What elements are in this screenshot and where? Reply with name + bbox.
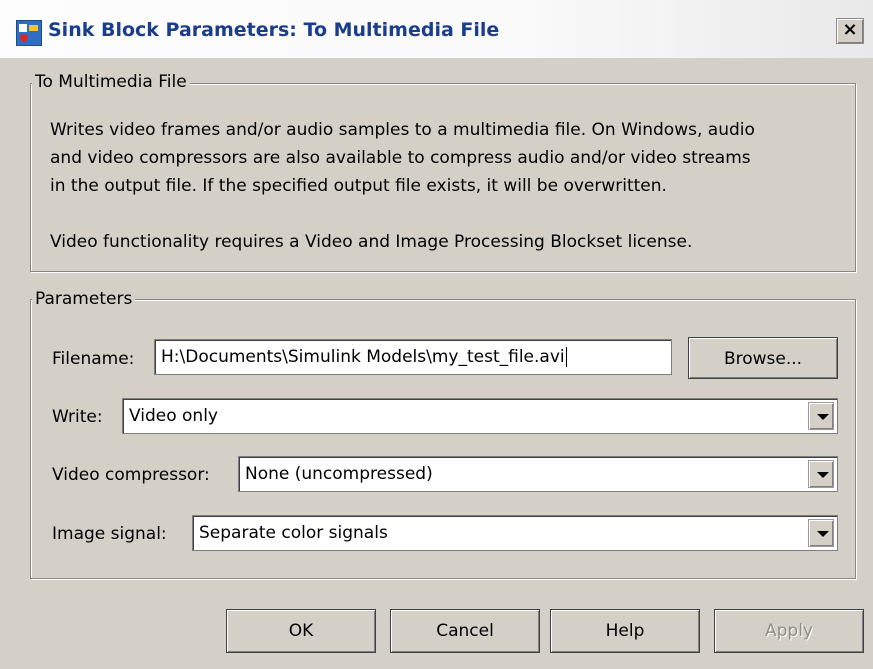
- video-compressor-value: None (uncompressed): [245, 464, 433, 484]
- title-bar[interactable]: Sink Block Parameters: To Multimedia Fil…: [0, 0, 873, 58]
- parameters-group-legend: Parameters: [32, 289, 136, 309]
- filename-value: H:\Documents\Simulink Models\my_test_fil…: [161, 347, 565, 367]
- window-title: Sink Block Parameters: To Multimedia Fil…: [48, 19, 500, 41]
- apply-button[interactable]: Apply: [714, 609, 864, 653]
- ok-button[interactable]: OK: [226, 609, 376, 653]
- description-line-1: Writes video frames and/or audio samples…: [50, 120, 755, 140]
- image-signal-value: Separate color signals: [199, 523, 388, 543]
- help-button[interactable]: Help: [550, 609, 700, 653]
- video-compressor-label: Video compressor:: [52, 465, 210, 485]
- filename-input[interactable]: H:\Documents\Simulink Models\my_test_fil…: [154, 339, 672, 375]
- filename-label: Filename:: [52, 349, 135, 369]
- dialog-window: Sink Block Parameters: To Multimedia Fil…: [0, 0, 873, 669]
- cancel-button[interactable]: Cancel: [390, 609, 540, 653]
- image-signal-label: Image signal:: [52, 524, 167, 544]
- simulink-block-icon: [16, 20, 42, 46]
- video-compressor-select[interactable]: None (uncompressed): [238, 456, 838, 492]
- text-caret: [565, 347, 567, 367]
- close-icon: ×: [842, 19, 858, 40]
- write-select[interactable]: Video only: [122, 398, 838, 434]
- description-line-3: in the output file. If the specified out…: [50, 176, 667, 196]
- write-label: Write:: [52, 407, 103, 427]
- chevron-down-icon[interactable]: [808, 402, 834, 430]
- description-group-legend: To Multimedia File: [32, 72, 190, 92]
- license-note: Video functionality requires a Video and…: [50, 232, 693, 252]
- close-button[interactable]: ×: [836, 18, 864, 44]
- image-signal-select[interactable]: Separate color signals: [192, 515, 838, 551]
- write-value: Video only: [129, 406, 218, 426]
- browse-button[interactable]: Browse...: [688, 337, 838, 379]
- description-line-2: and video compressors are also available…: [50, 148, 751, 168]
- chevron-down-icon[interactable]: [808, 460, 834, 488]
- chevron-down-icon[interactable]: [808, 519, 834, 547]
